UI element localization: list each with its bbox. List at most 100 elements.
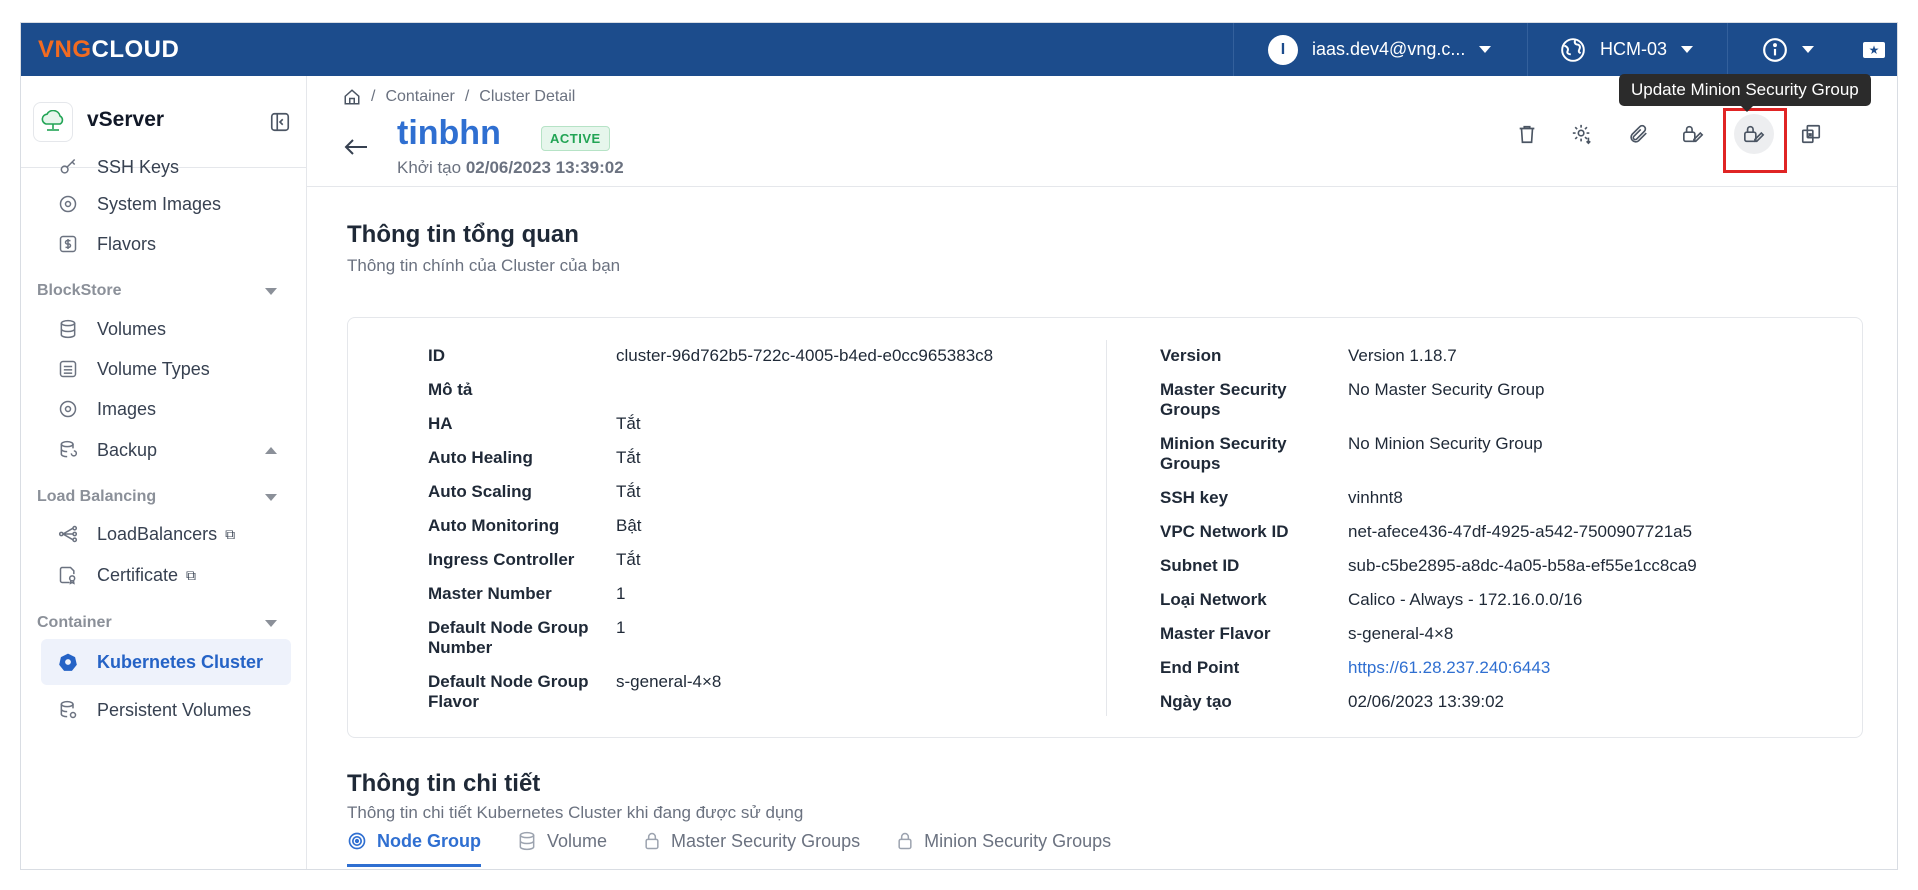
tab-volume[interactable]: Volume [517,823,607,869]
attach-button[interactable] [1618,114,1658,154]
tab-node-group[interactable]: Node Group [347,823,481,867]
trash-icon [1519,125,1535,144]
window-arrow-icon [1801,124,1821,144]
section-load-balancing[interactable]: Load Balancing [37,482,291,512]
created-date: Khởi tạo 02/06/2023 13:39:02 [397,158,624,177]
language-selector[interactable]: ★ [1837,23,1897,76]
key-icon [57,156,79,178]
lock-icon [896,831,914,851]
highlight-box [1723,108,1787,173]
tooltip: Update Minion Security Group [1619,74,1871,112]
home-icon[interactable] [343,88,361,106]
settings-button[interactable] [1562,114,1602,154]
cloud-server-icon [33,102,73,142]
detail-subtitle: Thông tin chi tiết Kubernetes Cluster kh… [347,803,804,822]
column-divider [1106,340,1107,716]
sidebar-item-volumes[interactable]: Volumes [41,307,291,351]
sidebar-item-label: Images [97,398,157,419]
overview-title: Thông tin tổng quan [347,221,579,248]
endpoint-link[interactable]: https://61.28.237.240:6443 [1348,658,1550,678]
info-row-auto-healing: Auto Healing Tắt [428,448,641,467]
disc-icon [57,398,79,420]
kubernetes-icon [347,831,367,851]
main-content: / Container / Cluster Detail tinbhn ACTI… [307,74,1897,869]
open-console-button[interactable] [1791,114,1831,154]
update-master-security-group-button[interactable] [1673,114,1713,154]
sidebar-item-label: Backup [97,439,158,460]
backup-database-icon [57,439,79,461]
info-row-master-number: Master Number 1 [428,584,626,603]
info-row-ha: HA Tắt [428,414,641,433]
paperclip-icon [1630,124,1647,143]
database-icon [517,831,537,851]
info-icon [1763,37,1787,62]
user-menu[interactable]: I iaas.dev4@vng.c... [1233,23,1527,76]
info-row-master-security-groups: Master Security Groups No Master Securit… [1160,380,1545,419]
sidebar-item-label: Flavors [97,233,157,254]
chevron-down-icon [265,619,277,627]
page-header: / Container / Cluster Detail tinbhn ACTI… [307,74,1897,187]
chevron-down-icon [265,287,277,295]
region-selector[interactable]: HCM-03 [1527,23,1727,76]
detail-title: Thông tin chi tiết [347,770,541,797]
sidebar-item-label: Volumes [97,318,167,339]
sidebar: vServer SSH Keys System Images Flavors B… [21,76,307,869]
sidebar-item-volume-types[interactable]: Volume Types [41,347,291,391]
sidebar-item-certificate[interactable]: Certificate ⧉ [41,553,291,597]
sidebar-item-backup[interactable]: Backup [41,428,291,472]
sidebar-item-images[interactable]: Images [41,387,291,431]
tab-master-security-groups[interactable]: Master Security Groups [643,823,860,869]
app-window: VNGCLOUD I iaas.dev4@vng.c... HCM-03 ★ v… [20,22,1898,870]
external-link-icon: ⧉ [225,525,236,542]
info-row-default-node-group-flavor: Default Node Group Flavor s-general-4×8 [428,672,722,711]
breadcrumb-container-link[interactable]: Container [385,88,454,106]
chevron-down-icon [1802,46,1814,53]
section-container[interactable]: Container [37,608,291,638]
info-row-auto-monitoring: Auto Monitoring Bật [428,516,642,535]
lock-icon [643,831,661,851]
gear-icon [1572,124,1591,145]
user-email: iaas.dev4@vng.c... [1312,39,1466,59]
sidebar-item-flavors[interactable]: Flavors [41,222,291,266]
chevron-down-icon [265,493,277,501]
vietnam-flag-icon: ★ [1863,41,1885,58]
info-row-ssh-key: SSH key vinhnt8 [1160,488,1403,507]
info-row-default-node-group-number: Default Node Group Number 1 [428,618,626,657]
section-blockstore[interactable]: BlockStore [37,276,291,306]
sidebar-title: vServer [87,108,165,131]
sidebar-item-persistent-volumes[interactable]: Persistent Volumes [41,688,291,732]
collapse-sidebar-icon[interactable] [269,111,291,138]
sidebar-item-label: Persistent Volumes [97,699,252,720]
info-row-id: ID cluster-96d762b5-722c-4005-b4ed-e0cc9… [428,346,994,365]
kubernetes-icon [57,651,79,673]
load-balancer-icon [57,523,79,545]
chevron-down-icon [1479,46,1492,53]
info-row-end-point: End Point https://61.28.237.240:6443 [1160,658,1551,678]
sidebar-item-kubernetes-cluster[interactable]: Kubernetes Cluster [41,639,291,685]
database-settings-icon [57,699,79,721]
sidebar-item-ssh-keys[interactable]: SSH Keys [41,154,291,180]
info-menu[interactable] [1727,23,1837,76]
tab-minion-security-groups[interactable]: Minion Security Groups [896,823,1111,869]
chevron-up-icon [265,446,277,454]
delete-button[interactable] [1507,114,1547,154]
action-toolbar [307,114,1897,154]
sidebar-item-loadbalancers[interactable]: LoadBalancers ⧉ [41,512,291,556]
info-row-auto-scaling: Auto Scaling Tắt [428,482,641,501]
sidebar-item-label: Kubernetes Cluster [97,651,264,672]
info-row-minion-security-groups: Minion Security Groups No Minion Securit… [1160,434,1543,473]
info-row-ingress-controller: Ingress Controller Tắt [428,550,641,569]
info-row-version: Version Version 1.18.7 [1160,346,1457,365]
detail-tabs: Node Group Volume Master Security Groups… [347,823,1147,869]
external-link-icon: ⧉ [186,566,197,583]
certificate-icon [57,564,79,586]
info-row-vpc-network-id: VPC Network ID net-afece436-47df-4925-a5… [1160,522,1693,541]
info-row-created-date: Ngày tạo 02/06/2023 13:39:02 [1160,692,1504,711]
sidebar-item-label: Volume Types [97,358,210,379]
vng-cloud-logo[interactable]: VNGCLOUD [38,36,179,64]
info-row-description: Mô tả [428,380,473,399]
sidebar-item-label: Certificate [97,564,179,585]
overview-card: ID cluster-96d762b5-722c-4005-b4ed-e0cc9… [347,317,1863,738]
sidebar-item-system-images[interactable]: System Images [41,182,291,226]
info-row-subnet-id: Subnet ID sub-c5be2895-a8dc-4a05-b58a-ef… [1160,556,1697,575]
